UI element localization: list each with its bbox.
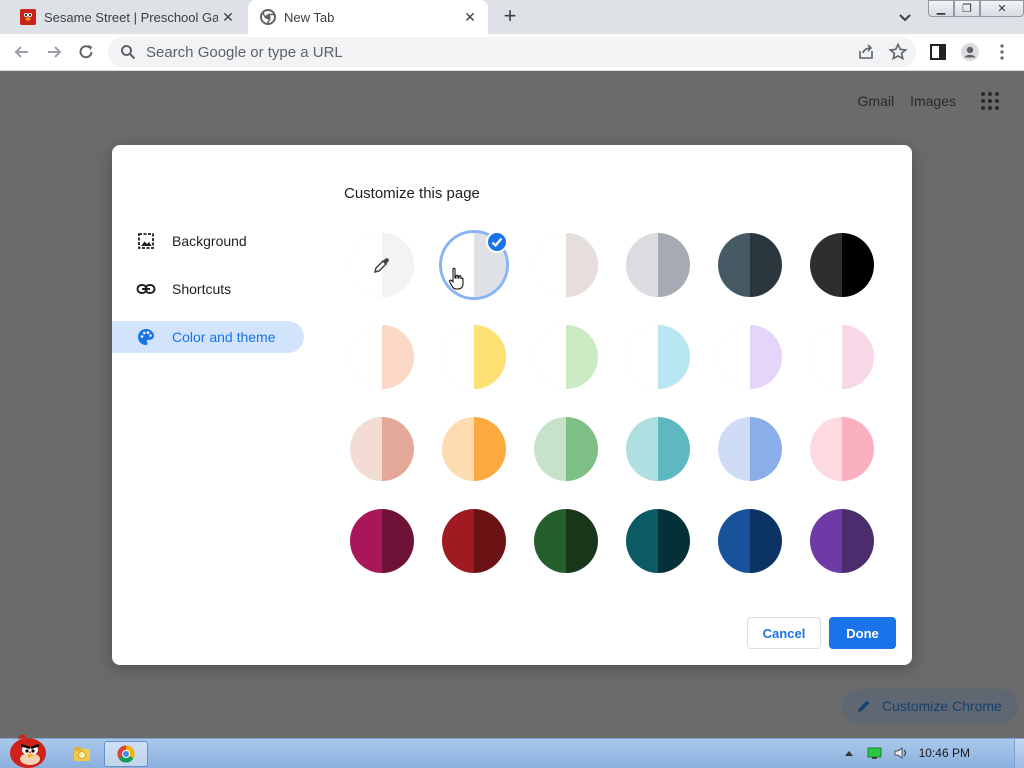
- chrome-logo-icon: [117, 745, 135, 763]
- color-swatch[interactable]: [350, 417, 414, 481]
- tray-up-arrow-icon[interactable]: [841, 746, 857, 760]
- eyedropper-icon: [373, 258, 389, 274]
- tab-title: Sesame Street | Preschool Games: [44, 9, 218, 25]
- minimize-icon[interactable]: ▁: [928, 0, 954, 17]
- sidenav-label: Color and theme: [172, 329, 276, 345]
- color-swatch[interactable]: [534, 325, 598, 389]
- customize-chrome-button[interactable]: Customize Chrome: [842, 689, 1018, 723]
- restore-icon[interactable]: ❐: [954, 0, 980, 17]
- reload-icon[interactable]: [76, 42, 96, 62]
- color-swatch[interactable]: [810, 417, 874, 481]
- customize-dialog: Customize this page Background Shortcuts: [112, 145, 912, 665]
- chevron-down-icon[interactable]: [896, 8, 914, 26]
- tab-title: New Tab: [284, 9, 335, 25]
- pencil-icon: [858, 700, 870, 712]
- customize-chrome-label: Customize Chrome: [882, 698, 1002, 714]
- customize-sidenav: Background Shortcuts Color and theme: [112, 225, 312, 369]
- sidenav-item-shortcuts[interactable]: Shortcuts: [112, 273, 312, 305]
- browser-toolbar: Search Google or type a URL: [0, 34, 1024, 71]
- color-swatch[interactable]: [534, 233, 598, 297]
- back-arrow-icon[interactable]: [12, 42, 32, 62]
- forward-arrow-icon[interactable]: [44, 42, 64, 62]
- window-controls: ▁ ❐ ✕: [928, 0, 1024, 18]
- color-swatch[interactable]: [350, 325, 414, 389]
- color-swatch[interactable]: [718, 325, 782, 389]
- color-swatch[interactable]: [442, 509, 506, 573]
- tab-strip: Sesame Street | Preschool Games ✕ New Ta…: [0, 0, 1024, 34]
- tab-new-tab[interactable]: New Tab ✕: [248, 0, 488, 34]
- kebab-menu-icon[interactable]: [992, 42, 1012, 62]
- system-tray: 10:46 PM: [841, 746, 970, 760]
- tab-sesame-street[interactable]: Sesame Street | Preschool Games ✕: [0, 0, 246, 34]
- cancel-button[interactable]: Cancel: [747, 617, 821, 649]
- sesame-street-favicon: [20, 9, 36, 25]
- start-button-angry-bird-icon[interactable]: [4, 729, 50, 768]
- sidenav-item-background[interactable]: Background: [112, 225, 312, 257]
- top-links: Gmail Images: [842, 91, 1000, 111]
- checkmark-icon: [486, 231, 508, 253]
- bookmark-star-icon[interactable]: [888, 42, 908, 62]
- images-link[interactable]: Images: [910, 93, 956, 109]
- color-swatch[interactable]: [442, 325, 506, 389]
- windows-taskbar: 10:46 PM: [0, 734, 1024, 768]
- profile-avatar-icon[interactable]: [960, 42, 980, 62]
- share-icon[interactable]: [856, 42, 876, 62]
- new-tab-plus-icon[interactable]: +: [498, 5, 522, 29]
- color-swatch[interactable]: [442, 417, 506, 481]
- color-swatch[interactable]: [626, 233, 690, 297]
- chrome-favicon: [260, 9, 276, 25]
- color-swatch[interactable]: [350, 509, 414, 573]
- color-swatch[interactable]: [810, 325, 874, 389]
- volume-icon[interactable]: [893, 746, 909, 760]
- palette-icon: [138, 329, 154, 345]
- done-button[interactable]: Done: [829, 617, 896, 649]
- color-swatch[interactable]: [534, 417, 598, 481]
- clock[interactable]: 10:46 PM: [919, 746, 970, 760]
- image-icon: [138, 233, 154, 249]
- sidenav-label: Shortcuts: [172, 281, 232, 297]
- color-swatch[interactable]: [626, 325, 690, 389]
- omnibox-placeholder: Search Google or type a URL: [146, 43, 343, 61]
- close-tab-icon[interactable]: ✕: [218, 9, 238, 26]
- color-swatch[interactable]: [626, 417, 690, 481]
- color-swatch[interactable]: [534, 509, 598, 573]
- window-close-icon[interactable]: ✕: [980, 0, 1024, 17]
- omnibox[interactable]: Search Google or type a URL: [108, 37, 916, 67]
- color-swatch[interactable]: [810, 233, 874, 297]
- sidenav-label: Background: [172, 233, 247, 249]
- taskbar-chrome-button[interactable]: [104, 741, 148, 767]
- custom-color-picker-swatch[interactable]: [350, 233, 414, 297]
- side-panel-icon[interactable]: [928, 42, 948, 62]
- color-swatch[interactable]: [718, 417, 782, 481]
- show-desktop-button[interactable]: [1014, 739, 1024, 768]
- color-swatch[interactable]: [626, 509, 690, 573]
- close-tab-icon[interactable]: ✕: [460, 9, 480, 26]
- apps-grid-icon[interactable]: [980, 91, 1000, 111]
- hand-cursor-icon: [448, 267, 464, 290]
- link-icon: [136, 284, 156, 294]
- explorer-folder-icon[interactable]: [72, 744, 92, 764]
- search-icon: [121, 45, 136, 60]
- gmail-link[interactable]: Gmail: [858, 93, 895, 109]
- dialog-title: Customize this page: [344, 185, 480, 202]
- color-swatch[interactable]: [718, 233, 782, 297]
- color-swatch[interactable]: [810, 509, 874, 573]
- network-icon[interactable]: [867, 746, 883, 760]
- color-swatch[interactable]: [718, 509, 782, 573]
- sidenav-item-color-and-theme[interactable]: Color and theme: [112, 321, 304, 353]
